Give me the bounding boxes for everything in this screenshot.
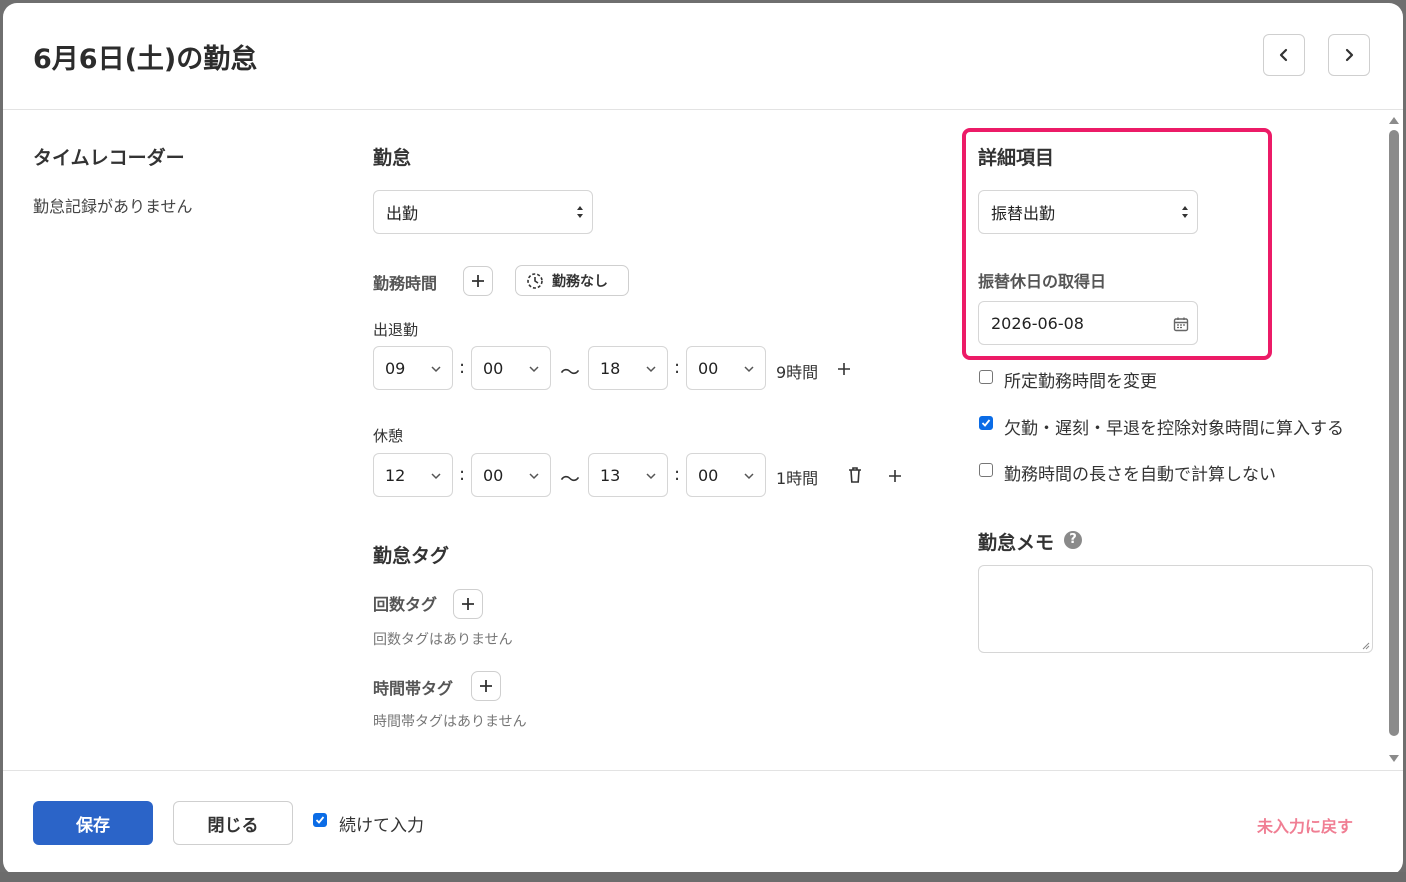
dialog-header: 6月6日(土)の勤怠 xyxy=(3,3,1403,110)
prev-day-button[interactable] xyxy=(1263,34,1305,76)
no-work-button[interactable]: 勤務なし xyxy=(515,265,629,296)
break-end-hour-value: 13 xyxy=(600,465,621,485)
next-day-button[interactable] xyxy=(1328,34,1370,76)
checkbox-label-no-auto-calc: 勤務時間の長さを自動で計算しない xyxy=(1004,465,1276,485)
time-recorder-empty-text: 勤怠記録がありません xyxy=(33,197,193,216)
work-duration: 9時間 xyxy=(776,363,819,382)
select-arrows-icon xyxy=(577,206,583,218)
break-start-minute-value: 00 xyxy=(483,465,504,485)
select-arrows-icon xyxy=(1182,206,1188,218)
break-start-minute-select[interactable]: 00 xyxy=(471,453,551,497)
clock-in-minute-value: 00 xyxy=(483,358,504,378)
add-break-plus-icon[interactable] xyxy=(887,468,903,484)
add-break-plus-icon[interactable] xyxy=(836,361,852,377)
break-duration: 1時間 xyxy=(776,469,819,488)
chevron-right-icon xyxy=(1345,48,1354,62)
plus-icon xyxy=(462,598,474,610)
clock-in-out-label: 出退勤 xyxy=(373,321,419,339)
break-start-hour-value: 12 xyxy=(385,465,406,485)
holiday-date-value: 2026-06-08 xyxy=(991,313,1084,333)
add-work-time-button[interactable] xyxy=(463,266,493,296)
time-colon: : xyxy=(459,464,466,485)
no-work-label: 勤務なし xyxy=(552,273,608,290)
range-tilde: 〜 xyxy=(560,360,580,384)
time-colon: : xyxy=(674,464,681,485)
clock-out-hour-select[interactable]: 18 xyxy=(588,346,668,390)
time-tag-empty-text: 時間帯タグはありません xyxy=(373,714,527,730)
reset-to-empty-link[interactable]: 未入力に戻す xyxy=(1257,813,1353,837)
chevron-down-icon xyxy=(744,473,754,480)
plus-icon xyxy=(472,275,484,287)
chevron-down-icon xyxy=(431,473,441,480)
memo-heading: 勤怠メモ xyxy=(978,532,1055,554)
clock-out-minute-value: 00 xyxy=(698,358,719,378)
work-time-label: 勤務時間 xyxy=(373,274,438,293)
break-label: 休憩 xyxy=(373,427,404,445)
help-icon[interactable]: ? xyxy=(1064,531,1082,549)
trash-icon[interactable] xyxy=(848,467,862,483)
tags-heading: 勤怠タグ xyxy=(373,545,450,567)
details-type-select[interactable]: 振替出勤 xyxy=(978,190,1198,234)
checkbox-change-scheduled-hours[interactable] xyxy=(979,370,993,384)
count-tag-empty-text: 回数タグはありません xyxy=(373,632,513,648)
details-heading: 詳細項目 xyxy=(978,147,1055,169)
scroll-up-arrow-icon[interactable] xyxy=(1388,115,1400,125)
chevron-down-icon xyxy=(744,366,754,373)
checkbox-no-auto-calc[interactable] xyxy=(979,463,993,477)
scrollbar-thumb[interactable] xyxy=(1389,130,1399,736)
calendar-icon[interactable] xyxy=(1173,316,1189,332)
count-tag-label: 回数タグ xyxy=(373,595,438,614)
check-icon xyxy=(315,816,325,824)
clock-in-hour-value: 09 xyxy=(385,358,406,378)
close-button[interactable]: 閉じる xyxy=(173,801,293,845)
memo-textarea[interactable] xyxy=(978,565,1373,653)
resize-handle-icon[interactable] xyxy=(1360,640,1370,650)
attendance-heading: 勤怠 xyxy=(373,147,412,169)
continue-input-label: 続けて入力 xyxy=(339,816,424,836)
chevron-down-icon xyxy=(431,366,441,373)
clock-out-hour-value: 18 xyxy=(600,358,621,378)
chevron-down-icon xyxy=(646,473,656,480)
checkbox-label-change-scheduled-hours: 所定勤務時間を変更 xyxy=(1004,372,1157,392)
break-end-minute-select[interactable]: 00 xyxy=(686,453,766,497)
time-colon: : xyxy=(674,357,681,378)
chevron-down-icon xyxy=(529,473,539,480)
plus-icon xyxy=(480,680,492,692)
clock-in-hour-select[interactable]: 09 xyxy=(373,346,453,390)
holiday-date-label: 振替休日の取得日 xyxy=(978,272,1107,291)
add-count-tag-button[interactable] xyxy=(453,589,483,619)
time-tag-label: 時間帯タグ xyxy=(373,679,454,698)
break-end-hour-select[interactable]: 13 xyxy=(588,453,668,497)
details-type-value: 振替出勤 xyxy=(991,204,1056,223)
chevron-left-icon xyxy=(1279,48,1288,62)
scroll-down-arrow-icon[interactable] xyxy=(1388,754,1400,764)
checkbox-label-include-deduction: 欠勤・遅刻・早退を控除対象時間に算入する xyxy=(1004,419,1344,439)
clock-dashed-icon xyxy=(527,272,543,289)
break-end-minute-value: 00 xyxy=(698,465,719,485)
chevron-down-icon xyxy=(646,366,656,373)
attendance-type-value: 出勤 xyxy=(386,204,419,223)
checkbox-continue-input[interactable] xyxy=(313,813,327,827)
break-start-hour-select[interactable]: 12 xyxy=(373,453,453,497)
clock-in-minute-select[interactable]: 00 xyxy=(471,346,551,390)
range-tilde: 〜 xyxy=(560,467,580,491)
check-icon xyxy=(981,419,991,427)
time-recorder-heading: タイムレコーダー xyxy=(33,147,185,169)
attendance-type-select[interactable]: 出勤 xyxy=(373,190,593,234)
save-button[interactable]: 保存 xyxy=(33,801,153,845)
dialog-title: 6月6日(土)の勤怠 xyxy=(33,44,258,75)
attendance-dialog: 6月6日(土)の勤怠 タイムレコーダー 勤怠記録がありません 勤怠 出勤 勤務時… xyxy=(3,3,1403,875)
chevron-down-icon xyxy=(529,366,539,373)
time-colon: : xyxy=(459,357,466,378)
add-time-tag-button[interactable] xyxy=(471,671,501,701)
clock-out-minute-select[interactable]: 00 xyxy=(686,346,766,390)
holiday-date-input[interactable]: 2026-06-08 xyxy=(978,301,1198,345)
background-calendar-strip xyxy=(0,872,1406,882)
checkbox-include-deduction[interactable] xyxy=(979,416,993,430)
